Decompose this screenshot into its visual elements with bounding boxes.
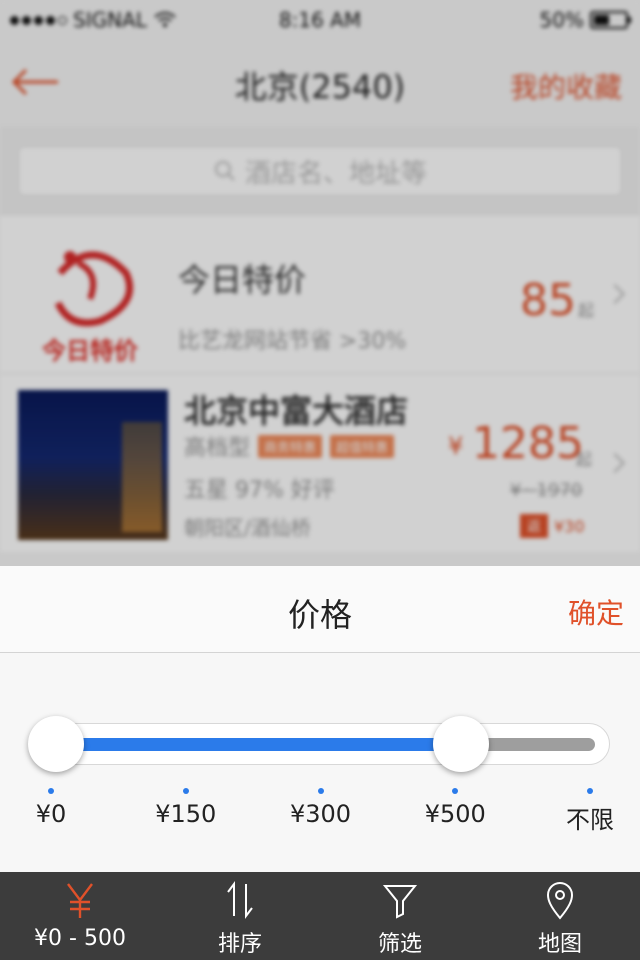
tab-map-label: 地图 <box>537 932 582 957</box>
tick-dot <box>182 788 189 794</box>
tab-sort[interactable]: 排序 <box>160 872 320 960</box>
tick-dot <box>48 788 54 794</box>
tab-filter-label: 筛选 <box>377 932 422 957</box>
slider-selected-range <box>57 738 462 751</box>
tick-dot <box>452 788 459 794</box>
tab-price-label: ¥0 - 500 <box>34 926 126 951</box>
overlay-dim[interactable] <box>0 0 640 566</box>
tick-label: ¥500 <box>424 800 486 828</box>
tick-label: 不限 <box>566 806 614 834</box>
slider-max-handle[interactable] <box>433 716 489 772</box>
tick-dot <box>587 788 593 794</box>
price-range-slider[interactable] <box>28 723 610 765</box>
sheet-title: 价格 <box>287 596 352 634</box>
tick-label: ¥150 <box>155 800 217 828</box>
confirm-button[interactable]: 确定 <box>568 592 624 632</box>
sort-icon <box>227 881 253 919</box>
slider-min-handle[interactable] <box>28 716 84 772</box>
price-filter-sheet: 价格 确定 ¥0 ¥150 ¥300 ¥500 不限 <box>0 566 640 872</box>
yen-icon <box>67 883 93 918</box>
tab-map[interactable]: 地图 <box>480 872 640 960</box>
tick-label: ¥0 <box>35 800 67 828</box>
bottom-tab-bar: ¥0 - 500 排序 筛选 地图 <box>0 872 640 960</box>
map-pin-icon <box>546 882 574 920</box>
sheet-header: 价格 确定 <box>0 566 640 653</box>
tick-label: ¥300 <box>289 800 352 828</box>
tab-filter[interactable]: 筛选 <box>320 872 480 960</box>
tab-sort-label: 排序 <box>217 932 262 957</box>
filter-icon <box>382 885 418 919</box>
tick-dot <box>317 788 324 794</box>
tab-price[interactable]: ¥0 - 500 <box>0 872 160 960</box>
